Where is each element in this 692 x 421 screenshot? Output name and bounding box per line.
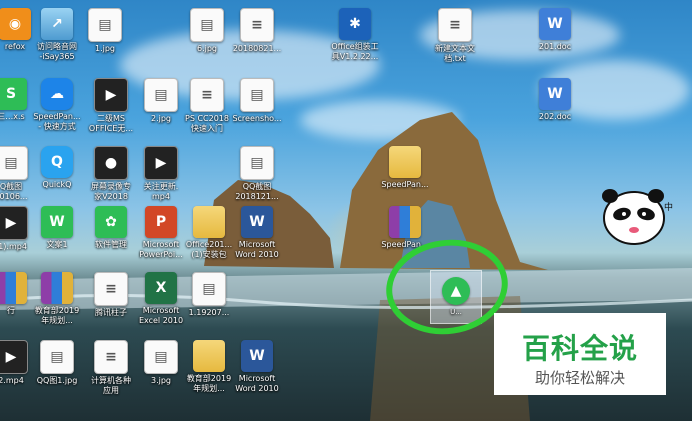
document-icon: ≡: [240, 8, 274, 42]
desktop-icon[interactable]: ▤ Screensho...: [224, 78, 290, 138]
icon-label: 访问略音网 -iSay365: [37, 42, 77, 61]
word-icon: W: [241, 340, 273, 372]
icon-label: SpeedPan... - 快速方式: [33, 112, 81, 131]
icon-label: 202.doc: [538, 112, 572, 121]
sticker-text: 中: [664, 201, 673, 213]
watermark-subtitle: 助你轻松解决: [534, 369, 625, 387]
icon-label: 1.19207...: [188, 308, 230, 317]
desktop-icon[interactable]: ≡ 20180821...: [224, 8, 290, 68]
software-manager-icon: ✿: [95, 206, 127, 238]
icon-label: Microsoft Word 2010: [235, 240, 279, 259]
folder-icon: [193, 340, 225, 372]
image-file-icon: ▤: [240, 78, 274, 112]
icon-label: 行: [7, 306, 15, 315]
image-file-icon: ▤: [144, 78, 178, 112]
desktop: ◉ refox ↗ 访问略音网 -iSay365 ▤ 1.jpg ▤ 6.jpg ≡ 201808…: [0, 0, 692, 421]
icon-label: refox: [4, 42, 26, 51]
icon-label: 2.jpg: [150, 114, 171, 123]
desktop-icon[interactable]: W Microsoft Word 2010: [224, 206, 290, 266]
icon-label: Microsoft Word 2010: [235, 374, 279, 393]
excel-icon: X: [145, 272, 177, 304]
document-icon: ≡: [190, 78, 224, 112]
image-file-icon: ▤: [240, 146, 274, 180]
icon-label: Screensho...: [232, 114, 282, 123]
office-icon: ▶: [94, 78, 128, 112]
folder-icon: [193, 206, 225, 238]
icon-label: 屏幕录像专 家V2018: [91, 182, 131, 201]
icon-label: 关注更新. mp4: [143, 182, 179, 201]
word-doc-icon: W: [539, 78, 571, 110]
archive-icon: [389, 206, 421, 238]
icon-label: 3.jpg: [150, 376, 171, 385]
word-doc-icon: W: [539, 8, 571, 40]
image-file-icon: ▤: [40, 340, 74, 374]
icon-label: 二级MS OFFICE无...: [88, 114, 134, 133]
desktop-icon[interactable]: W 202.doc: [522, 78, 588, 138]
panda-sticker-icon: 中: [602, 189, 673, 245]
video-file-icon: ▶: [144, 146, 178, 180]
powerpoint-icon: P: [145, 206, 177, 238]
desktop-icon[interactable]: ≡ 新建文本文 档.txt: [422, 8, 488, 68]
recorder-icon: ●: [94, 146, 128, 180]
icon-label: QuickQ: [42, 180, 72, 189]
icon-label: 201.doc: [538, 42, 572, 51]
document-icon: ≡: [94, 272, 128, 306]
image-file-icon: ▤: [88, 8, 122, 42]
icon-label: 腾讯柱子: [95, 308, 127, 317]
wps-doc-icon: W: [41, 206, 73, 238]
speedpan-icon: ☁: [41, 78, 73, 110]
quickq-icon: Q: [41, 146, 73, 178]
tool-icon: ✱: [339, 8, 371, 40]
icon-label: 软件管理: [95, 240, 127, 249]
icon-label: 20180821...: [232, 44, 282, 53]
wps-icon: S: [0, 78, 27, 110]
folder-icon: [389, 146, 421, 178]
icon-label: 6.jpg: [196, 44, 217, 53]
document-icon: ≡: [94, 340, 128, 374]
desktop-icon[interactable]: ▤ 1.19207...: [176, 272, 242, 332]
desktop-icon[interactable]: ▤ QQ截图 2018121...: [224, 146, 290, 206]
icon-label: 2.mp4: [0, 376, 24, 385]
icon-label: 计算机各种 应用: [91, 376, 131, 395]
image-file-icon: ▤: [190, 8, 224, 42]
icon-label: 教育部2019 年规划...: [34, 306, 80, 325]
icon-label: Office组装工 具V1.2.22...: [331, 42, 379, 61]
desktop-icon[interactable]: SpeedPan...: [372, 146, 438, 206]
desktop-icon[interactable]: ▶ 关注更新. mp4: [128, 146, 194, 206]
icon-label: QQ图1.jpg: [36, 376, 78, 385]
icon-label: QQ截图 2018121...: [235, 182, 279, 201]
icon-label: SpeedPan...: [381, 180, 429, 189]
icon-label: 新建文本文 档.txt: [435, 44, 475, 63]
desktop-icon[interactable]: W Microsoft Word 2010: [224, 340, 290, 400]
archive-icon: [41, 272, 73, 304]
icon-label: 1.jpg: [94, 44, 115, 53]
icon-label: 三…x.s: [0, 112, 25, 121]
archive-icon: [0, 272, 27, 304]
icon-label: (1).mp4: [0, 242, 27, 251]
icon-label: PS CC2018 快速入门: [185, 114, 229, 133]
image-file-icon: ▤: [192, 272, 226, 306]
icon-label: 文案1: [46, 240, 68, 249]
shortcut-icon: ↗: [41, 8, 73, 40]
text-file-icon: ≡: [438, 8, 472, 42]
word-icon: W: [241, 206, 273, 238]
watermark-badge: 百科全说 助你轻松解决: [494, 313, 666, 395]
desktop-icon[interactable]: ✱ Office组装工 具V1.2.22...: [322, 8, 388, 68]
desktop-icon[interactable]: ▤ 1.jpg: [72, 8, 138, 68]
desktop-icon[interactable]: W 201.doc: [522, 8, 588, 68]
image-file-icon: ▤: [144, 340, 178, 374]
watermark-title: 百科全说: [521, 332, 638, 365]
